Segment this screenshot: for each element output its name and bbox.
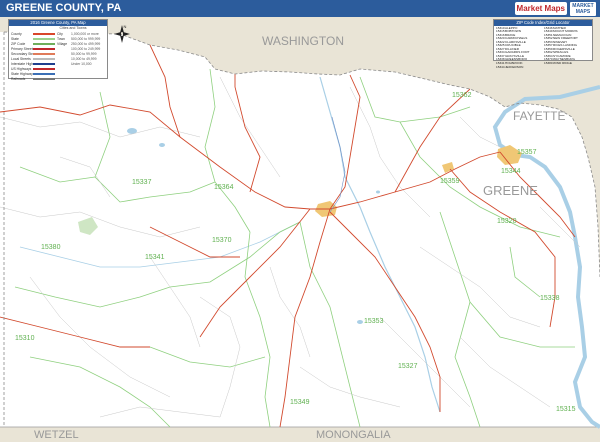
title-bar: GREENE COUNTY, PA Market Maps MARKET MAP… <box>0 0 600 17</box>
neighbor-label-south: MONONGALIA <box>316 429 391 441</box>
zip-index-entry[interactable]: 15380 WIND RIDGE <box>544 62 590 66</box>
zip-label: 15337 <box>132 179 152 186</box>
zip-label: 15310 <box>15 335 35 342</box>
legend-row-label: Primary Streets <box>11 46 33 51</box>
legend-row-label: ZIP Code <box>11 41 26 46</box>
neighbor-label-southwest: WETZEL <box>34 429 79 441</box>
zip-label: 15349 <box>290 399 310 406</box>
zip-place-name: WIND RIDGE <box>553 61 572 65</box>
zip-code: 15380 <box>544 61 553 65</box>
legend-row-label: Secondary Streets <box>11 51 33 56</box>
lake <box>357 320 363 324</box>
legend-row: State Town 500,000 to 999,999 <box>9 36 107 41</box>
legend-row-label: Interstate Highways <box>11 61 33 66</box>
zip-label: 15357 <box>517 149 537 156</box>
legend-swatch <box>33 62 55 65</box>
legend-row-population: Under 10,000 <box>71 61 92 66</box>
zip-label: 15353 <box>364 318 384 325</box>
legend-swatch <box>33 32 55 35</box>
brand: Market Maps MARKET MAPS <box>514 1 596 16</box>
zip-label: 15362 <box>452 92 472 99</box>
legend-swatch <box>33 52 55 55</box>
zip-label: 15338 <box>540 295 560 302</box>
legend-row-population: 1,000,000 or more <box>71 31 99 36</box>
lake <box>376 190 380 194</box>
legend-row-label: Local Streets <box>11 56 31 61</box>
legend-row-label: State <box>11 36 19 41</box>
legend-swatch <box>33 57 55 60</box>
south-strip <box>0 427 600 442</box>
zip-index-column: 15346 MATHER 15349 MOUNT MORRIS 15351 NEMACOL… <box>544 27 590 70</box>
zip-label: 15364 <box>214 184 234 191</box>
legend-row-population: 250,000 to 499,999 <box>71 41 101 46</box>
legend-row-population: 10,000 to 49,999 <box>71 56 97 61</box>
zip-index-entry[interactable]: 15344 JEFFERSON <box>496 66 542 70</box>
legend-row-type: Village <box>57 41 68 46</box>
zip-label: 15359 <box>440 178 460 185</box>
compass-rose-icon: N <box>114 24 130 43</box>
neighbor-label-east: FAYETTE <box>513 109 565 123</box>
legend-swatch <box>33 42 55 45</box>
legend-row-label: Railroads <box>11 76 26 81</box>
zip-label: 15320 <box>497 218 517 225</box>
neighbor-label-north: WASHINGTON <box>262 34 344 48</box>
lake <box>159 143 165 147</box>
zip-label: 15380 <box>41 244 61 251</box>
zip-place-name: JEFFERSON <box>505 65 524 69</box>
legend-row: Railroads <box>9 76 107 81</box>
brand-badge: MARKET MAPS <box>570 1 596 16</box>
brand-logo: Market Maps <box>514 2 567 15</box>
legend-row-population: 50,000 to 99,999 <box>71 51 97 56</box>
legend-row-population: 100,000 to 249,999 <box>71 46 101 51</box>
zip-label: 15370 <box>212 237 232 244</box>
zip-code-index: ZIP Code Index/Grid Locator 15310 ALEPPO 1… <box>493 19 593 68</box>
zip-index-column: 15310 ALEPPO 15315 BOBTOWN 15316 BRAVE 15320 CA… <box>496 27 542 70</box>
legend-row: ZIP Code Village 250,000 to 499,999 <box>9 41 107 46</box>
legend-row-type: Town <box>57 36 65 41</box>
legend-swatch <box>33 77 55 80</box>
zip-label: 15341 <box>145 254 165 261</box>
compass-north-label: N <box>124 24 127 29</box>
legend-swatch <box>33 47 55 50</box>
legend-row-type: City <box>57 31 63 36</box>
legend-swatch <box>33 72 55 75</box>
legend-row-label: US Highways <box>11 66 32 71</box>
legend-swatch <box>33 67 55 70</box>
legend-swatch <box>33 37 55 40</box>
legend-row: County City 1,000,000 or more <box>9 31 107 36</box>
map-legend: 2016 Greene County, PA Map Cities and To… <box>8 19 108 81</box>
legend-row-population: 500,000 to 999,999 <box>71 36 101 41</box>
zip-label: 15315 <box>556 406 576 413</box>
legend-row-label: State Highways <box>11 71 33 76</box>
page-title: GREENE COUNTY, PA <box>6 2 122 14</box>
map-frame: GREENE COUNTY, PA Market Maps MARKET MAP… <box>0 0 600 442</box>
zip-code: 15344 <box>496 65 505 69</box>
zip-label: 15344 <box>501 168 521 175</box>
legend-row-label: County <box>11 31 22 36</box>
county-label: GREENE <box>483 183 538 198</box>
zip-label: 15327 <box>398 363 418 370</box>
